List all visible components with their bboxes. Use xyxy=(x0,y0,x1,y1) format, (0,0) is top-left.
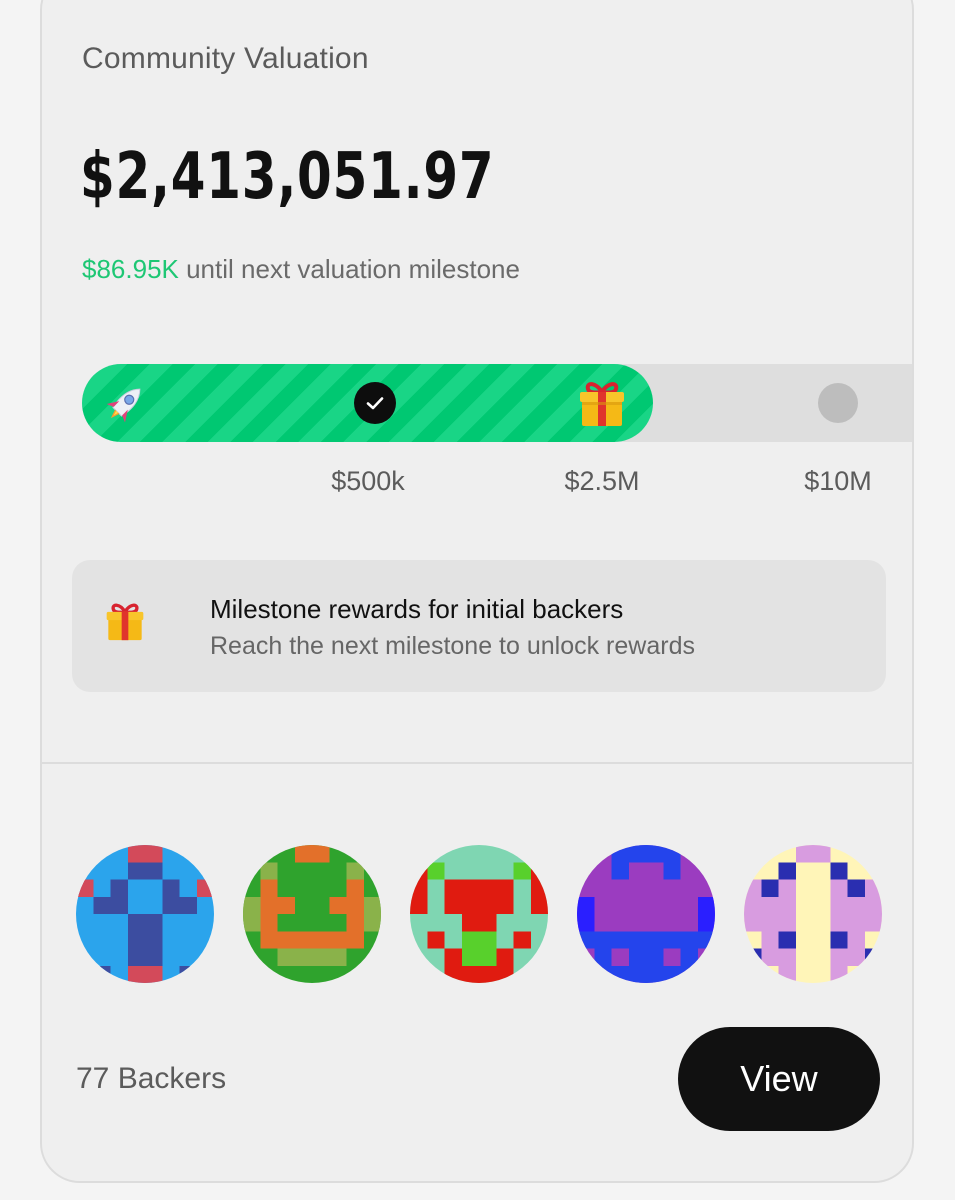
milestone-rewards-banner: Milestone rewards for initial backers Re… xyxy=(72,560,886,692)
rocket-icon xyxy=(100,379,150,429)
milestone-remaining-text: $86.95K until next valuation milestone xyxy=(82,254,520,285)
backer-avatar-1[interactable] xyxy=(76,845,214,983)
backer-avatar-4[interactable] xyxy=(577,845,715,983)
backer-avatar-5[interactable] xyxy=(744,845,882,983)
backers-count: 77 Backers xyxy=(76,1062,227,1095)
backer-avatar-3[interactable] xyxy=(410,845,548,983)
remaining-suffix: until next valuation milestone xyxy=(178,254,520,284)
gift-icon xyxy=(105,598,145,644)
section-divider xyxy=(42,762,912,764)
milestone-label-2-5m: $2.5M xyxy=(564,466,640,496)
valuation-amount: $2,413,051.97 xyxy=(80,140,495,214)
card-title: Community Valuation xyxy=(82,42,369,75)
remaining-amount: $86.95K xyxy=(82,254,179,284)
community-valuation-card: Community Valuation $2,413,051.97 $86.95… xyxy=(40,0,914,1183)
reward-subtitle: Reach the next milestone to unlock rewar… xyxy=(210,632,695,660)
view-backers-button[interactable]: View xyxy=(678,1027,880,1131)
milestone-label-500k: $500k xyxy=(331,466,405,496)
locked-milestone-dot-icon xyxy=(818,383,858,423)
backer-avatar-2[interactable] xyxy=(243,845,381,983)
milestone-label-10m: $10M xyxy=(804,466,872,496)
milestone-reached-check-icon xyxy=(354,382,396,424)
reward-title: Milestone rewards for initial backers xyxy=(210,594,624,624)
gift-icon xyxy=(578,378,626,428)
